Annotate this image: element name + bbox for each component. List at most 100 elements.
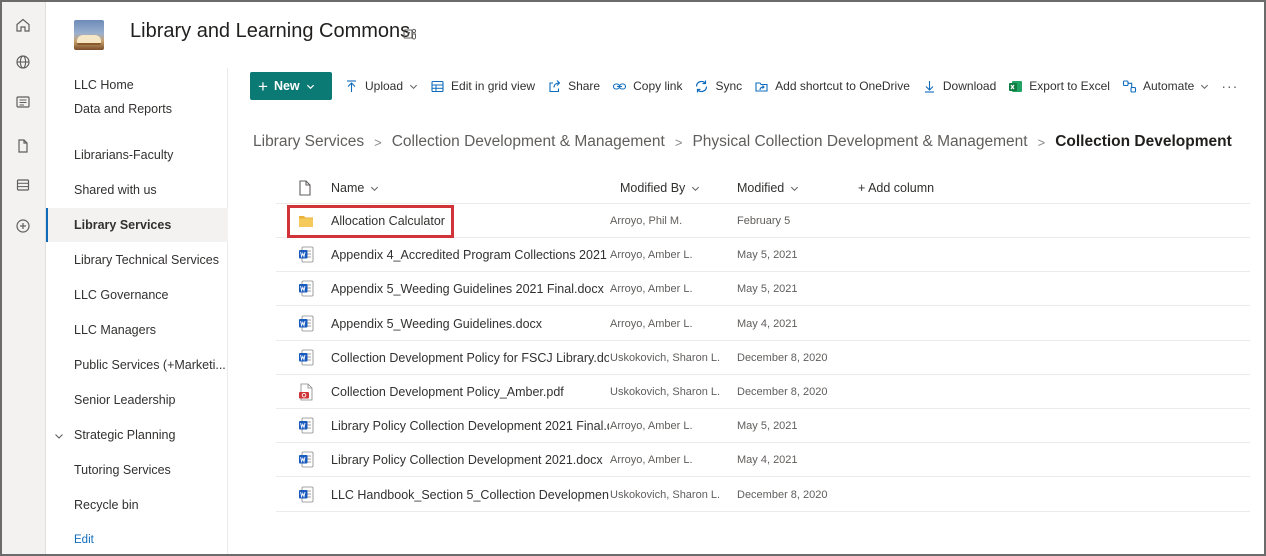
nav-item-label: Recycle bin bbox=[74, 498, 139, 512]
nav-item-label: Data and Reports bbox=[74, 102, 172, 116]
nav-item-public-services[interactable]: Public Services (+Marketi... bbox=[46, 348, 228, 382]
more-options-button[interactable]: ··· bbox=[1221, 78, 1238, 94]
modified-date-cell: December 8, 2020 bbox=[737, 386, 828, 398]
automate-button[interactable]: Automate bbox=[1122, 79, 1209, 94]
word-document-icon bbox=[298, 486, 314, 504]
table-row[interactable]: LLC Handbook_Section 5_Collection Develo… bbox=[276, 478, 1250, 512]
column-header-label: Name bbox=[331, 181, 365, 195]
breadcrumb-current: Collection Development bbox=[1055, 133, 1232, 150]
export-to-excel-button[interactable]: Export to Excel bbox=[1008, 79, 1110, 94]
edit-in-grid-view-button[interactable]: Edit in grid view bbox=[430, 79, 535, 94]
breadcrumb-item[interactable]: Library Services bbox=[253, 133, 364, 151]
modified-date-cell: May 5, 2021 bbox=[737, 249, 798, 262]
sync-button[interactable]: Sync bbox=[694, 79, 742, 94]
nav-item-recycle-bin[interactable]: Recycle bin bbox=[46, 488, 228, 522]
file-name-link[interactable]: Appendix 5_Weeding Guidelines 2021 Final… bbox=[331, 282, 609, 296]
nav-edit-label: Edit bbox=[74, 534, 94, 546]
file-name-link[interactable]: Library Policy Collection Development 20… bbox=[331, 453, 609, 467]
column-header-modified[interactable]: Modified bbox=[737, 181, 799, 195]
table-row[interactable]: Collection Development Policy_Amber.pdf U… bbox=[276, 375, 1250, 409]
list-icon[interactable] bbox=[12, 174, 34, 196]
site-logo[interactable] bbox=[74, 20, 104, 50]
modified-by-cell[interactable]: Uskokovich, Sharon L. bbox=[610, 352, 720, 364]
modified-date-cell: December 8, 2020 bbox=[737, 488, 828, 501]
table-row[interactable]: Appendix 4_Accredited Program Collection… bbox=[276, 238, 1250, 273]
edit-in-grid-view-label: Edit in grid view bbox=[451, 79, 536, 93]
add-icon[interactable] bbox=[12, 215, 34, 237]
modified-by-cell[interactable]: Arroyo, Amber L. bbox=[610, 420, 720, 432]
upload-button[interactable]: Upload bbox=[344, 79, 418, 94]
modified-by-cell[interactable]: Arroyo, Amber L. bbox=[610, 318, 720, 330]
modified-by-cell[interactable]: Arroyo, Phil M. bbox=[610, 215, 720, 227]
table-row[interactable]: Appendix 5_Weeding Guidelines.docx Arroyo… bbox=[276, 307, 1250, 341]
column-header-modified-by[interactable]: Modified By bbox=[620, 181, 700, 195]
file-icon[interactable] bbox=[12, 135, 34, 157]
breadcrumb-separator-icon: > bbox=[1037, 134, 1046, 150]
file-name-link[interactable]: Appendix 4_Accredited Program Collection… bbox=[331, 248, 609, 262]
modified-date-cell: February 5 bbox=[737, 215, 791, 227]
add-column-button[interactable]: + Add column bbox=[858, 181, 934, 195]
news-icon[interactable] bbox=[12, 91, 34, 113]
table-header: Name Modified By Modified + Add column bbox=[276, 172, 1250, 204]
nav-item-label: LLC Governance bbox=[74, 288, 169, 302]
file-name-link[interactable]: Collection Development Policy for FSCJ L… bbox=[331, 351, 609, 365]
nav-item-library-services[interactable]: Library Services bbox=[46, 208, 228, 242]
automate-label: Automate bbox=[1142, 79, 1195, 93]
breadcrumb-separator-icon: > bbox=[674, 134, 683, 150]
nav-item-label: Shared with us bbox=[74, 183, 157, 197]
file-name-link[interactable]: LLC Handbook_Section 5_Collection Develo… bbox=[331, 488, 609, 502]
modified-by-cell[interactable]: Uskokovich, Sharon L. bbox=[610, 386, 720, 398]
nav-item-data-and-reports[interactable]: Data and Reports bbox=[46, 102, 228, 142]
nav-item-llc-managers[interactable]: LLC Managers bbox=[46, 313, 228, 347]
modified-by-cell[interactable]: Arroyo, Amber L. bbox=[610, 249, 720, 261]
link-icon bbox=[612, 79, 627, 94]
globe-icon[interactable] bbox=[12, 51, 34, 73]
nav-item-tutoring-services[interactable]: Tutoring Services bbox=[46, 453, 228, 487]
nav-edit-link[interactable]: Edit bbox=[46, 523, 228, 556]
file-name-link[interactable]: Library Policy Collection Development 20… bbox=[331, 419, 609, 433]
add-shortcut-label: Add shortcut to OneDrive bbox=[775, 79, 910, 93]
home-icon[interactable] bbox=[12, 14, 34, 36]
modified-by-cell[interactable]: Arroyo, Amber L. bbox=[610, 454, 720, 466]
upload-label: Upload bbox=[365, 79, 404, 93]
table-row[interactable]: Collection Development Policy for FSCJ L… bbox=[276, 341, 1250, 375]
column-header-name[interactable]: Name bbox=[331, 181, 379, 195]
modified-by-cell[interactable]: Arroyo, Amber L. bbox=[610, 283, 720, 295]
breadcrumb-item[interactable]: Collection Development & Management bbox=[392, 133, 665, 151]
modified-date-cell: May 4, 2021 bbox=[737, 454, 798, 467]
site-title[interactable]: Library and Learning Commons bbox=[130, 20, 410, 43]
download-button[interactable]: Download bbox=[922, 79, 996, 94]
nav-item-library-technical-services[interactable]: Library Technical Services bbox=[46, 243, 228, 277]
copy-link-button[interactable]: Copy link bbox=[612, 79, 682, 94]
modified-date-cell: May 5, 2021 bbox=[737, 283, 798, 296]
nav-item-senior-leadership[interactable]: Senior Leadership bbox=[46, 383, 228, 417]
teams-icon[interactable] bbox=[403, 27, 417, 41]
nav-item-label: Library Services bbox=[74, 218, 172, 232]
chevron-down-icon[interactable] bbox=[54, 430, 64, 440]
sync-icon bbox=[694, 79, 709, 94]
nav-item-llc-governance[interactable]: LLC Governance bbox=[46, 278, 228, 312]
modified-by-cell[interactable]: Uskokovich, Sharon L. bbox=[610, 489, 720, 501]
excel-icon bbox=[1008, 79, 1023, 94]
nav-item-llc-home[interactable]: LLC Home bbox=[46, 68, 228, 102]
word-document-icon bbox=[298, 315, 314, 333]
share-button[interactable]: Share bbox=[547, 79, 600, 94]
nav-item-shared-with-us[interactable]: Shared with us bbox=[46, 173, 228, 207]
table-row[interactable]: Library Policy Collection Development 20… bbox=[276, 409, 1250, 444]
table-row[interactable]: Library Policy Collection Development 20… bbox=[276, 443, 1250, 478]
nav-item-label: Librarians-Faculty bbox=[74, 148, 174, 162]
nav-item-librarians-faculty[interactable]: Librarians-Faculty bbox=[46, 138, 228, 172]
new-button[interactable]: + New bbox=[250, 72, 332, 100]
breadcrumb-item[interactable]: Physical Collection Development & Manage… bbox=[692, 133, 1027, 151]
nav-item-strategic-planning[interactable]: Strategic Planning bbox=[46, 418, 228, 452]
left-navigation: LLC Home Data and Reports Librarians-Fac… bbox=[46, 68, 228, 554]
share-label: Share bbox=[568, 79, 601, 93]
column-header-label: Modified By bbox=[620, 181, 686, 195]
file-name-link[interactable]: Collection Development Policy_Amber.pdf bbox=[331, 385, 609, 399]
file-name-link[interactable]: Appendix 5_Weeding Guidelines.docx bbox=[331, 317, 609, 331]
file-type-icon[interactable] bbox=[298, 180, 312, 196]
chevron-down-icon bbox=[1201, 84, 1209, 89]
add-shortcut-button[interactable]: Add shortcut to OneDrive bbox=[754, 79, 910, 94]
nav-item-label: Senior Leadership bbox=[74, 393, 176, 407]
table-row[interactable]: Appendix 5_Weeding Guidelines 2021 Final… bbox=[276, 272, 1250, 307]
